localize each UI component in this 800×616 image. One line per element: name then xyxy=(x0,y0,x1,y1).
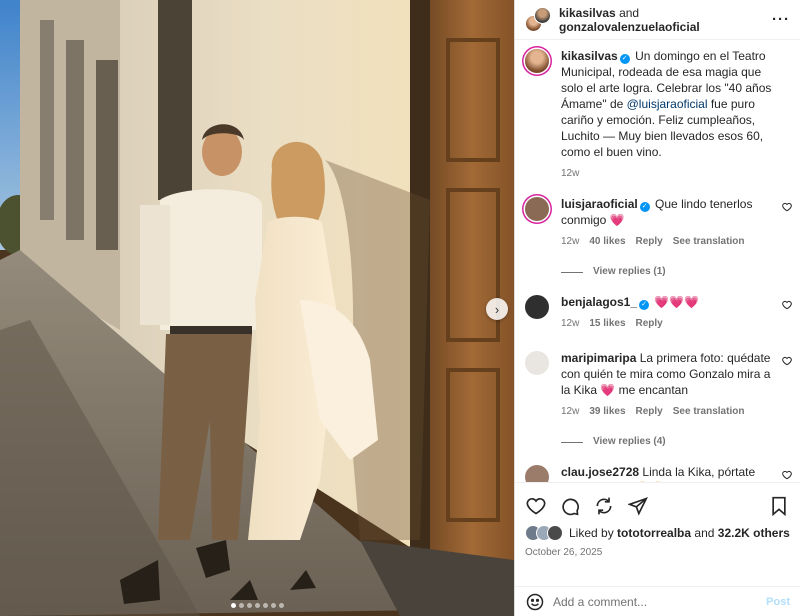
carousel-dot xyxy=(230,603,236,608)
post-header: kikasilvas and gonzalovalenzuelaoficial … xyxy=(515,0,800,40)
comment-icon[interactable] xyxy=(559,495,581,517)
carousel-dot xyxy=(270,603,276,608)
comment-like-heart-icon[interactable] xyxy=(782,202,792,215)
verified-badge-icon: ✓ xyxy=(639,202,650,212)
carousel-dot xyxy=(262,603,268,608)
post-actions: Liked by tototorrealba and 32.2K others … xyxy=(515,482,800,586)
carousel-dot xyxy=(246,603,252,608)
comments-list[interactable]: kikasilvas ✓ Un domingo en el Teatro Muni… xyxy=(515,40,800,482)
comment-text: 💗💗💗 xyxy=(654,295,700,309)
verified-badge-icon: ✓ xyxy=(639,300,650,310)
carousel-indicator xyxy=(0,603,514,608)
heart-icon[interactable] xyxy=(525,495,547,517)
carousel-dot xyxy=(238,603,244,608)
comment-like-heart-icon[interactable] xyxy=(782,356,792,369)
caption-username[interactable]: kikasilvas xyxy=(561,49,618,63)
view-replies-label: View replies (4) xyxy=(593,436,666,447)
liked-by-prefix: Liked by xyxy=(569,526,614,540)
carousel-next-button[interactable]: › xyxy=(486,298,508,320)
comment-input[interactable] xyxy=(553,594,767,609)
caption-time: 12w xyxy=(561,168,580,179)
post-comment-button[interactable]: Post xyxy=(766,596,790,608)
view-replies-button[interactable]: View replies (4) xyxy=(561,434,774,450)
comment-item: benjalagos1_ ✓ 💗💗💗 12w 15 likes Reply xyxy=(525,294,792,332)
photo-scene xyxy=(0,0,514,616)
comment-time: 12w xyxy=(561,236,580,247)
comment-likes[interactable]: 40 likes xyxy=(589,234,625,250)
comment-likes[interactable]: 39 likes xyxy=(589,404,625,420)
liked-by-others[interactable]: 32.2K others xyxy=(718,526,790,540)
liked-by-and: and xyxy=(694,526,715,540)
likes-summary: Liked by tototorrealba and 32.2K others xyxy=(525,525,790,541)
bookmark-icon[interactable] xyxy=(768,495,790,517)
comment-time: 12w xyxy=(561,318,580,329)
carousel-dot xyxy=(278,603,284,608)
reply-button[interactable]: Reply xyxy=(636,316,663,332)
comment-item: luisjaraoficial ✓ Que lindo tenerlos conm… xyxy=(525,196,792,280)
avatar[interactable] xyxy=(525,465,549,482)
comment-like-heart-icon[interactable] xyxy=(782,470,792,482)
liker-avatars xyxy=(525,525,565,541)
see-translation-button[interactable]: See translation xyxy=(673,404,745,420)
collab-avatars[interactable] xyxy=(525,6,551,33)
chevron-right-icon: › xyxy=(494,301,500,317)
comment-like-heart-icon[interactable] xyxy=(782,300,792,313)
smile-icon[interactable] xyxy=(525,592,545,612)
comment-time: 12w xyxy=(561,406,580,417)
comment-likes[interactable]: 15 likes xyxy=(589,316,625,332)
reply-button[interactable]: Reply xyxy=(636,404,663,420)
avatar xyxy=(534,6,551,24)
verified-badge-icon: ✓ xyxy=(619,54,630,64)
see-translation-button[interactable]: See translation xyxy=(673,234,745,250)
comment-item: maripimaripa La primera foto: quédate co… xyxy=(525,350,792,450)
comment-username[interactable]: benjalagos1_ xyxy=(561,295,637,309)
author-link[interactable]: gonzalovalenzuelaoficial xyxy=(559,20,700,34)
reply-button[interactable]: Reply xyxy=(636,234,663,250)
caption-mention-link[interactable]: @luisjaraoficial xyxy=(627,97,708,111)
post-details-panel: kikasilvas and gonzalovalenzuelaoficial … xyxy=(514,0,800,616)
view-replies-label: View replies (1) xyxy=(593,266,666,277)
comment-username[interactable]: maripimaripa xyxy=(561,351,636,365)
liked-by-user[interactable]: tototorrealba xyxy=(617,526,691,540)
avatar[interactable] xyxy=(525,351,549,375)
avatar[interactable] xyxy=(525,197,549,221)
post-date: October 26, 2025 xyxy=(525,547,603,558)
comment-item: clau.jose2728 Linda la Kika, pórtate bie… xyxy=(525,464,792,482)
add-comment-bar: Post xyxy=(515,586,800,616)
more-horizontal-icon[interactable]: ··· xyxy=(772,11,790,28)
and-text: and xyxy=(619,5,640,20)
avatar[interactable] xyxy=(525,295,549,319)
comment-username[interactable]: luisjaraoficial xyxy=(561,197,638,211)
avatar[interactable] xyxy=(525,49,549,73)
caption: kikasilvas ✓ Un domingo en el Teatro Muni… xyxy=(525,48,790,182)
carousel-dot xyxy=(254,603,260,608)
send-icon[interactable] xyxy=(627,495,649,517)
author-link[interactable]: kikasilvas xyxy=(559,6,616,20)
post-photo[interactable]: › xyxy=(0,0,514,616)
view-replies-button[interactable]: View replies (1) xyxy=(561,264,774,280)
post-authors: kikasilvas and gonzalovalenzuelaoficial xyxy=(559,6,772,34)
share-icon[interactable] xyxy=(593,495,615,517)
comment-username[interactable]: clau.jose2728 xyxy=(561,465,639,479)
